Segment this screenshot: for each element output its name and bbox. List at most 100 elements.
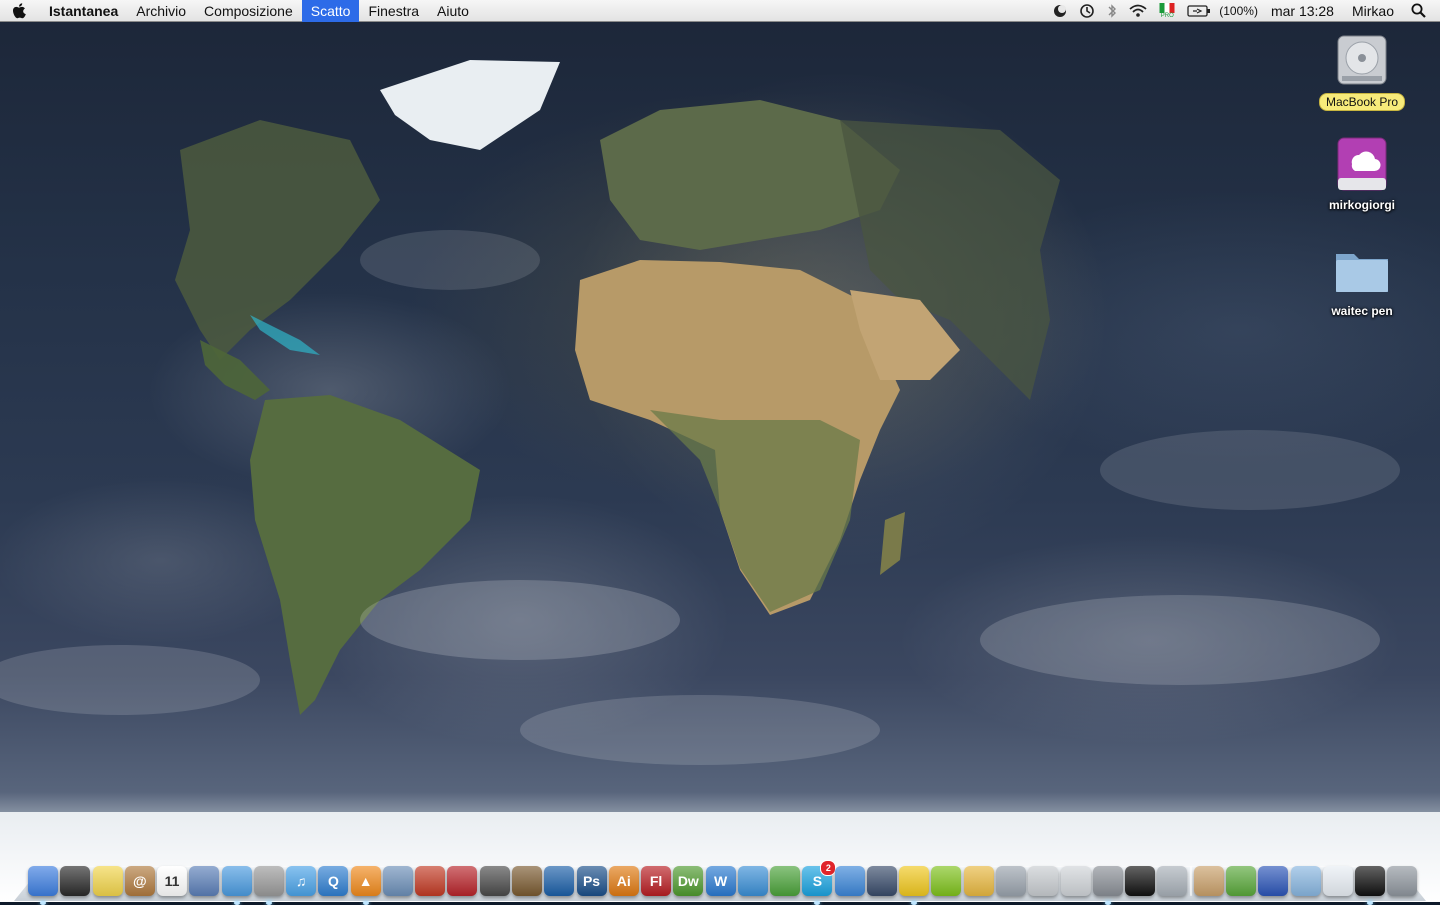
dock-image-capture-icon[interactable] [479,866,510,896]
dock-quicktime-icon[interactable]: Q [318,866,349,896]
dock-stickies-icon[interactable] [92,866,123,896]
dock-ichat-icon[interactable] [834,866,865,896]
dock-downloads-stack-icon[interactable] [1322,866,1353,896]
dock-documents-folder-icon[interactable] [1290,866,1321,896]
time-machine-icon[interactable] [1073,0,1101,22]
dock-itunes-icon[interactable]: ♫ [286,866,317,896]
dock-spaces-icon[interactable] [866,866,897,896]
dock-address-book-icon[interactable]: @ [124,866,155,896]
desktop-wallpaper-world-map [0,0,1440,902]
dock-ical-icon[interactable]: 11 [157,866,188,896]
dock-icon-glyph: 11 [164,873,180,889]
wifi-icon[interactable] [1123,0,1153,22]
italian-flag-input-icon[interactable]: PRO [1153,0,1181,22]
madagascar-shape [880,512,905,575]
dock-flash-icon[interactable]: Fl [641,866,672,896]
dock-word-icon[interactable]: W [705,866,736,896]
desktop-icon-mirkogiorgi[interactable]: mirkogiorgi [1307,134,1417,213]
dock-icon-glyph: Q [327,873,339,889]
cloud-band [1100,430,1400,510]
desktop-icon-label: MacBook Pro [1318,93,1406,111]
menu-scatto[interactable]: Scatto [301,0,360,22]
dock-dashboard-icon[interactable] [60,866,91,896]
cloud-band [0,645,260,715]
cloud-band [980,595,1380,685]
dock-dvd-player-icon[interactable] [253,866,284,905]
input-flag-label: PRO [1160,12,1174,19]
dock-stuffit-icon[interactable] [963,866,994,896]
dock: @11 ♫ Q ▲ Ps Ai Fl Dw W S 2 [28,852,1418,905]
dock-hp-printer-icon[interactable] [1060,866,1091,896]
dock-screenshot-app-icon[interactable] [511,866,542,896]
running-indicator [1367,901,1374,905]
dock-dreamweaver-icon[interactable]: Dw [673,866,704,896]
dock-photoshop-icon[interactable]: Ps [576,866,607,896]
south-america-shape [250,395,480,715]
menu-archivio[interactable]: Archivio [127,0,195,22]
cloud-band [360,230,540,290]
dock-system-preferences-icon[interactable] [1092,866,1123,905]
dock-icon-glyph: Ps [582,873,601,889]
dock-utility-icon[interactable] [1157,866,1188,896]
menu-finestra[interactable]: Finestra [359,0,428,22]
dock-stack-apps-icon[interactable] [1226,866,1257,896]
menu-aiuto[interactable]: Aiuto [428,0,478,22]
dock-preview-icon[interactable] [189,866,220,896]
dock-idvd-icon[interactable] [544,866,575,896]
dock-safari-icon[interactable] [221,866,252,905]
dock-photo-booth-icon[interactable] [415,866,446,896]
dock-icon-glyph: S [812,873,823,889]
dock-icon-glyph: Fl [649,873,663,889]
running-indicator [362,901,369,905]
folder-icon [1332,240,1392,300]
dock-printer-setup-icon[interactable] [1028,866,1059,896]
dock-illustrator-icon[interactable]: Ai [608,866,639,896]
battery-icon[interactable] [1181,0,1217,22]
dock-network-globe-icon[interactable] [1258,866,1289,896]
africa-south-vegetation [650,410,860,612]
dock-icon-glyph: ▲ [358,873,373,889]
dock-iphoto-icon[interactable] [382,866,413,896]
cloud-band [360,580,680,660]
dock-system-profiler-icon[interactable] [995,866,1026,896]
desktop-icon-macbook-pro[interactable]: MacBook Pro [1307,30,1417,111]
dock-utorrent-icon[interactable] [931,866,962,896]
greenland-shape [380,60,560,150]
dock-front-row-icon[interactable] [447,866,478,896]
apple-menu-icon[interactable] [0,2,40,20]
dock-icon-glyph: Dw [677,873,699,889]
dock-screen-sharing-icon[interactable] [1355,866,1386,905]
dock-vlc-icon[interactable]: ▲ [350,866,381,905]
bluetooth-icon[interactable] [1101,0,1123,22]
dock-icon-glyph: Ai [616,873,631,889]
dock-trash-icon[interactable] [1387,866,1418,896]
caribbean-shape [250,315,320,355]
dock-stack-pictures-icon[interactable] [1193,866,1224,896]
cloud-band [520,695,880,765]
battery-percentage[interactable]: (100%) [1217,4,1262,18]
menubar-clock[interactable]: mar 13:28 [1262,3,1343,19]
dock-cyberduck-icon[interactable] [899,866,930,905]
running-indicator [40,901,46,905]
dock-skype-icon[interactable]: S2 [802,860,837,905]
menu-composizione[interactable]: Composizione [195,0,302,22]
dock-icon-glyph: W [713,873,728,889]
dashboard-moon-icon[interactable] [1047,0,1073,22]
dock-badge: 2 [820,860,837,876]
dock-icon-glyph: ♫ [295,873,307,889]
running-indicator [265,901,272,905]
app-menu[interactable]: Istantanea [40,0,127,22]
dock-messenger-icon[interactable] [737,866,768,896]
idisk-icon [1332,134,1392,194]
running-indicator [233,901,240,905]
dock-adium-icon[interactable] [770,866,801,896]
central-america-shape [200,340,270,400]
desktop-icon-waitec-pen[interactable]: waitec pen [1307,240,1417,319]
user-menu[interactable]: Mirkao [1343,3,1403,19]
world-map-continents [0,60,1400,765]
dock-icon-glyph: @ [132,873,147,889]
dock-terminal-icon[interactable] [1125,866,1156,896]
dock-finder-icon[interactable] [28,866,58,905]
spotlight-icon[interactable] [1403,0,1440,22]
running-indicator [1104,901,1111,905]
